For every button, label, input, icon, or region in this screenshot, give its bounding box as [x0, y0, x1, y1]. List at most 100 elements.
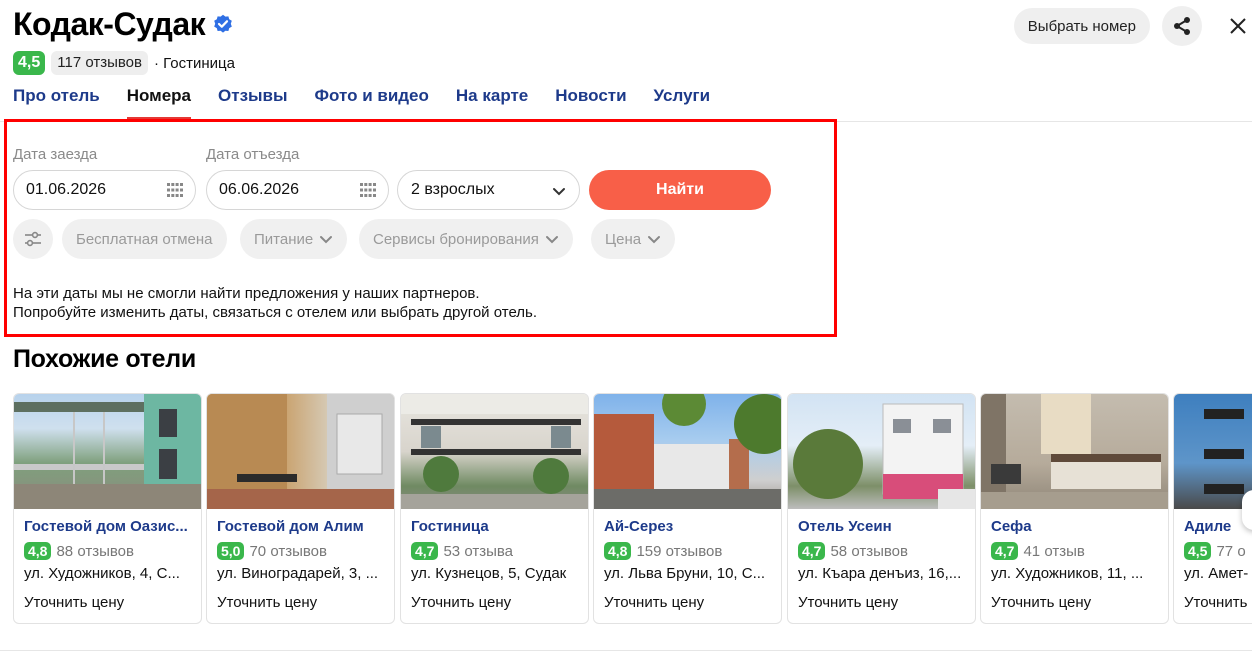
no-offers-line2: Попробуйте изменить даты, связаться с от…: [13, 304, 538, 321]
hotel-card[interactable]: Ай-Серез 4,8 159 отзывов ул. Льва Бруни,…: [593, 393, 782, 624]
bottom-divider: [0, 650, 1252, 651]
hotel-card-name: Гостевой дом Оазис...: [24, 518, 188, 535]
hotel-type: · Гостиница: [153, 54, 235, 72]
tab-services[interactable]: Услуги: [654, 86, 711, 116]
title-row: Кодак-Судак: [13, 4, 233, 44]
no-offers-message: На эти даты мы не смогли найти предложен…: [13, 284, 537, 322]
hotel-card-price: Уточнить цену: [411, 594, 512, 611]
hotel-card[interactable]: Адиле 4,5 77 о ул. Амет- Уточнить цену: [1173, 393, 1252, 624]
hotel-card-name: Ай-Серез: [604, 518, 674, 535]
chip-booking-services[interactable]: Сервисы бронирования: [359, 219, 573, 259]
chevron-down-icon: [320, 236, 333, 244]
hotel-title: Кодак-Судак: [13, 6, 206, 42]
hotel-card-price: Уточнить цену: [24, 594, 125, 611]
hotel-card-price: Уточнить цену: [991, 594, 1092, 611]
hotel-card-price: Уточнить цену: [798, 594, 899, 611]
hotel-card-reviews: 88 отзывов: [56, 542, 134, 560]
checkout-value: 06.06.2026: [219, 181, 300, 198]
hotel-card-reviews: 58 отзывов: [830, 542, 908, 560]
carousel-next-button[interactable]: [1242, 490, 1252, 530]
share-icon: [1174, 17, 1190, 35]
hotel-card-address: ул. Виноградарей, 3, ...: [217, 565, 379, 582]
hotel-card-rating-row: 4,7 58 отзывов: [798, 542, 908, 560]
rating-badge: 4,5: [13, 51, 46, 75]
hotel-card-name: Гостиница: [411, 518, 489, 535]
share-button[interactable]: [1162, 6, 1202, 46]
hotel-card-rating: 5,0: [217, 542, 245, 560]
hotel-card-name: Сефа: [991, 518, 1032, 535]
hotel-card-rating-row: 4,8 88 отзывов: [24, 542, 134, 560]
hotel-card[interactable]: Гостевой дом Алим 5,0 70 отзывов ул. Вин…: [206, 393, 395, 624]
hotel-photo: [981, 394, 1168, 509]
checkout-field[interactable]: 06.06.2026: [206, 170, 389, 210]
reviews-link[interactable]: 117 отзывов: [51, 51, 148, 75]
chip-free-cancel[interactable]: Бесплатная отмена: [62, 219, 227, 259]
filters-button[interactable]: [13, 219, 53, 259]
hotel-tabs: Про отель Номера Отзывы Фото и видео На …: [13, 86, 737, 119]
hotel-photo: [1174, 394, 1252, 509]
hotel-card-rating: 4,8: [24, 542, 52, 560]
tab-map[interactable]: На карте: [456, 86, 528, 116]
tab-rooms[interactable]: Номера: [126, 86, 192, 119]
calendar-icon: [360, 183, 376, 197]
hotel-card-rating-row: 4,5 77 о: [1184, 542, 1246, 560]
hotel-card-name: Отель Усеин: [798, 518, 892, 535]
hotel-card[interactable]: Гостиница 4,7 53 отзыва ул. Кузнецов, 5,…: [400, 393, 589, 624]
tab-photos[interactable]: Фото и видео: [315, 86, 429, 116]
no-offers-line1: На эти даты мы не смогли найти предложен…: [13, 285, 480, 302]
hotel-card-rating: 4,7: [411, 542, 439, 560]
hotel-card-rating: 4,7: [991, 542, 1019, 560]
hotel-photo: [594, 394, 781, 509]
hotel-card-price: Уточнить цену: [604, 594, 705, 611]
close-button[interactable]: [1230, 8, 1252, 44]
tab-about[interactable]: Про отель: [13, 86, 100, 116]
checkout-label: Дата отъезда: [206, 146, 300, 163]
sliders-icon: [25, 231, 41, 247]
hotel-photo: [207, 394, 394, 509]
checkin-field[interactable]: 01.06.2026: [13, 170, 196, 210]
chip-free-cancel-label: Бесплатная отмена: [76, 230, 213, 248]
tab-reviews[interactable]: Отзывы: [218, 86, 288, 116]
hotel-card-price: Уточнить цену: [217, 594, 318, 611]
hotel-photo: [788, 394, 975, 509]
similar-hotels-title: Похожие отели: [13, 345, 196, 373]
chip-meals[interactable]: Питание: [240, 219, 348, 259]
hotel-card-name: Гостевой дом Алим: [217, 518, 364, 535]
guests-value: 2 взрослых: [411, 181, 495, 198]
verified-icon: [213, 14, 233, 34]
hotel-card-reviews: 77 о: [1216, 542, 1246, 560]
chip-price-label: Цена: [605, 230, 642, 248]
chip-booking-services-label: Сервисы бронирования: [373, 230, 539, 248]
hotel-card-address: ул. Художников, 4, С...: [24, 565, 180, 582]
hotel-card-price: Уточнить цену: [1184, 594, 1252, 611]
chip-price[interactable]: Цена: [591, 219, 676, 259]
hotel-card[interactable]: Гостевой дом Оазис... 4,8 88 отзывов ул.…: [13, 393, 202, 624]
hotel-card-reviews: 70 отзывов: [249, 542, 327, 560]
hotel-card[interactable]: Сефа 4,7 41 отзыв ул. Художников, 11, ..…: [980, 393, 1169, 624]
hotel-card-address: ул. Кузнецов, 5, Судак: [411, 565, 567, 582]
hotel-card-rating: 4,8: [604, 542, 632, 560]
hotel-card-address: ул. Художников, 11, ...: [991, 565, 1144, 582]
hotel-card-rating-row: 4,7 41 отзыв: [991, 542, 1085, 560]
hotel-card-reviews: 53 отзыва: [443, 542, 514, 560]
hotel-card-rating-row: 4,7 53 отзыва: [411, 542, 513, 560]
checkin-value: 01.06.2026: [26, 181, 107, 198]
hotel-card-address: ул. Амет-: [1184, 565, 1249, 582]
hotel-card-reviews: 159 отзывов: [636, 542, 723, 560]
chevron-down-icon: [648, 236, 661, 244]
find-button[interactable]: Найти: [589, 170, 771, 210]
hotel-card-address: ул. Къара денъиз, 16,...: [798, 565, 962, 582]
hotel-photo: [14, 394, 201, 509]
chevron-down-icon: [545, 236, 558, 244]
tab-news[interactable]: Новости: [555, 86, 626, 116]
chip-meals-label: Питание: [254, 230, 314, 248]
choose-room-button[interactable]: Выбрать номер: [1013, 8, 1150, 44]
similar-hotels-carousel: Гостевой дом Оазис... 4,8 88 отзывов ул.…: [13, 393, 1252, 625]
hotel-card-rating-row: 4,8 159 отзывов: [604, 542, 722, 560]
hotel-card-rating: 4,5: [1184, 542, 1212, 560]
hotel-card[interactable]: Отель Усеин 4,7 58 отзывов ул. Къара ден…: [787, 393, 976, 624]
hotel-photo: [401, 394, 588, 509]
guests-select[interactable]: 2 взрослых: [397, 170, 580, 210]
top-actions: Выбрать номер: [1013, 6, 1252, 46]
hotel-card-address: ул. Льва Бруни, 10, С...: [604, 565, 766, 582]
